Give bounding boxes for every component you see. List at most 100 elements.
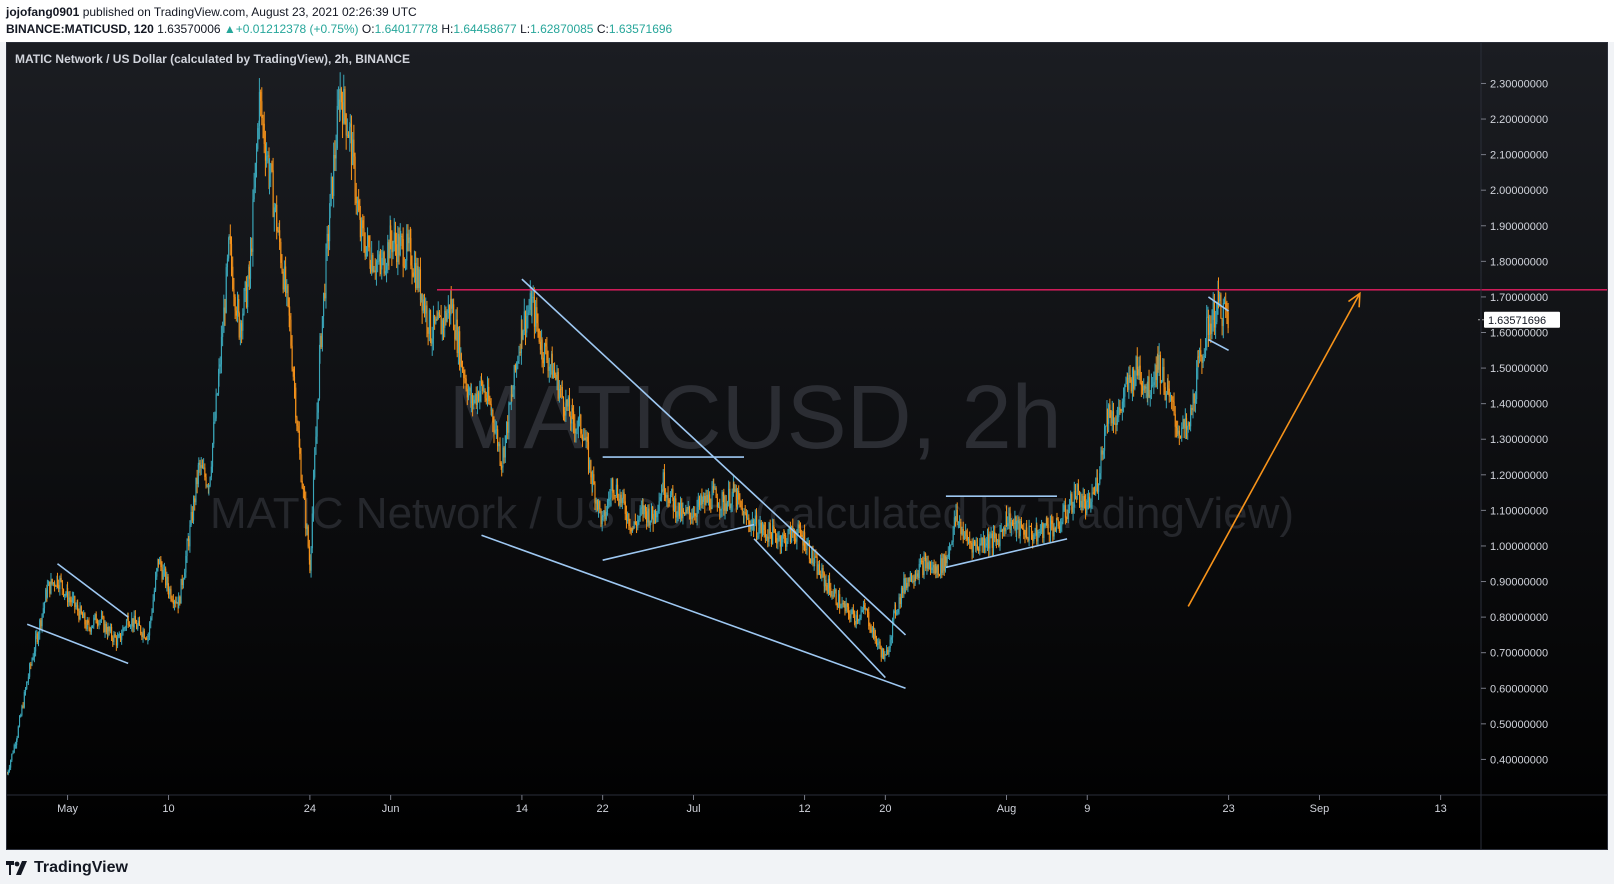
candle-body — [56, 576, 59, 586]
candle-body — [252, 199, 254, 252]
candle-body — [416, 265, 418, 288]
candle-body — [75, 606, 77, 608]
candle-body — [263, 123, 265, 144]
candle-body — [39, 620, 41, 634]
candle-body — [98, 621, 100, 625]
candle-body — [526, 315, 528, 333]
candle-body — [586, 436, 588, 442]
candle-body — [21, 706, 23, 715]
tradingview-logo[interactable]: TradingView — [6, 859, 128, 877]
candle-body — [378, 254, 380, 262]
candle-body — [1139, 365, 1141, 383]
candle-body — [1032, 534, 1034, 541]
candle-body — [593, 474, 595, 485]
candle-body — [189, 525, 191, 547]
candle-body — [848, 606, 850, 615]
candle-body — [538, 328, 540, 342]
candle-body — [956, 509, 958, 523]
chart-area[interactable]: MATICUSD, 2h MATIC Network / US Dollar (c… — [6, 42, 1608, 850]
candle-body — [899, 597, 901, 604]
candle-body — [945, 556, 947, 564]
candle-body — [196, 477, 198, 485]
candle-body — [767, 536, 769, 542]
candle-body — [473, 399, 475, 406]
candle-body — [123, 627, 125, 629]
candle-body — [502, 447, 504, 468]
candle-body — [273, 207, 275, 217]
candle-body — [453, 304, 455, 331]
candle-body — [921, 560, 923, 562]
candle-body — [1163, 366, 1165, 388]
candle-body — [222, 332, 224, 337]
candle-body — [361, 220, 363, 238]
candle-body — [233, 289, 235, 297]
candle-body — [170, 588, 172, 600]
candle-body — [600, 509, 602, 525]
candle-body — [950, 544, 952, 546]
candle-body — [672, 497, 674, 511]
candle-body — [759, 522, 761, 528]
candle-body — [372, 255, 374, 272]
price-chart[interactable]: MATICUSD, 2h MATIC Network / US Dollar (c… — [7, 43, 1607, 849]
candle-body — [293, 376, 296, 388]
author-name[interactable]: jojofang0901 — [6, 5, 79, 19]
candle-body — [460, 353, 462, 367]
candle-body — [764, 530, 766, 537]
candle-body — [911, 573, 913, 582]
candle-body — [609, 497, 611, 500]
candle-body — [815, 556, 817, 558]
candle-body — [29, 664, 31, 677]
candle-body — [855, 615, 857, 625]
candle-body — [888, 648, 890, 655]
candle-body — [971, 543, 973, 553]
candle-body — [805, 548, 807, 550]
candle-body — [271, 163, 273, 171]
candle-body — [528, 309, 530, 313]
candle-body — [883, 648, 885, 660]
candle-body — [740, 500, 742, 508]
candle-body — [623, 492, 625, 502]
candle-body — [1009, 513, 1011, 531]
candle-body — [826, 584, 828, 593]
candle-body — [1068, 504, 1071, 510]
candle-body — [1152, 384, 1154, 386]
candle-body — [42, 608, 44, 614]
candle-body — [810, 558, 812, 564]
price-tick-label: 1.60000000 — [1490, 328, 1548, 340]
candle-body — [1210, 323, 1212, 334]
candle-body — [1049, 520, 1052, 535]
candle-body — [1154, 364, 1156, 383]
candle-body — [62, 588, 65, 596]
candle-body — [406, 233, 408, 261]
candle-body — [155, 576, 157, 591]
candle-body — [415, 263, 417, 288]
candle-body — [339, 88, 341, 113]
candle-body — [875, 638, 878, 645]
time-tick-label: Sep — [1310, 803, 1330, 815]
candle-body — [862, 605, 865, 610]
price-tick-label: 1.20000000 — [1490, 470, 1548, 482]
candle-body — [304, 489, 306, 500]
candle-body — [457, 331, 460, 354]
candle-body — [58, 585, 60, 589]
candle-body — [1051, 520, 1053, 525]
candle-body — [147, 635, 149, 637]
candle-body — [469, 387, 471, 392]
candle-body — [228, 238, 230, 259]
candle-body — [1192, 393, 1194, 410]
candle-body — [151, 612, 153, 618]
candle-body — [735, 488, 737, 507]
candle-body — [51, 578, 53, 584]
candle-body — [836, 603, 838, 608]
candle-body — [1215, 321, 1217, 328]
candle-body — [260, 91, 262, 102]
candle-body — [253, 187, 255, 200]
candle-body — [1216, 302, 1218, 322]
time-tick-label: 23 — [1222, 803, 1234, 815]
candle-body — [287, 285, 289, 298]
candle-body — [279, 230, 281, 242]
candle-body — [937, 565, 939, 575]
candle-body — [465, 378, 467, 390]
chart-title: MATIC Network / US Dollar (calculated by… — [15, 52, 410, 66]
candle-body — [54, 582, 56, 586]
